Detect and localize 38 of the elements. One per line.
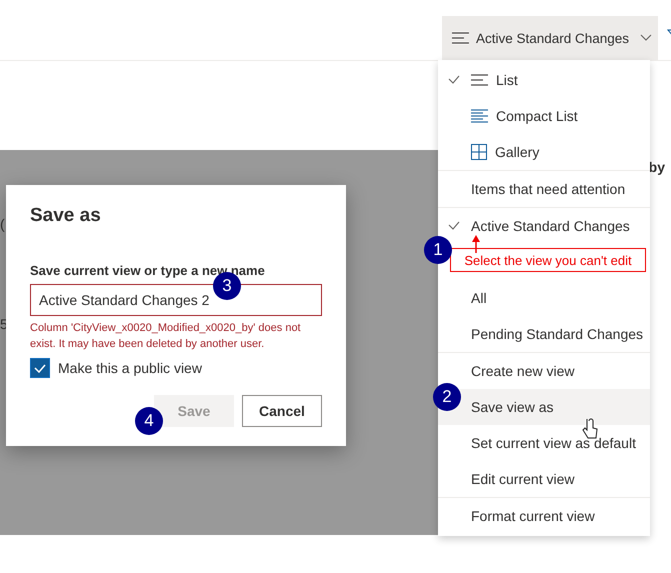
- menu-item-label: Set current view as default: [471, 435, 636, 451]
- menu-item[interactable]: Items that need attention: [438, 171, 650, 207]
- menu-item[interactable]: List: [438, 62, 650, 98]
- menu-item[interactable]: Pending Standard Changes: [438, 316, 650, 352]
- menu-item-label: Gallery: [495, 144, 540, 160]
- view-switcher[interactable]: Active Standard Changes: [442, 16, 658, 60]
- checkbox[interactable]: [30, 358, 50, 378]
- dialog-title: Save as: [30, 205, 102, 227]
- menu-item-label: Create new view: [471, 363, 574, 379]
- check-icon: [34, 364, 46, 372]
- menu-item[interactable]: Edit current view: [438, 461, 650, 497]
- menu-item-label: Compact List: [496, 108, 578, 124]
- menu-item-label: Items that need attention: [471, 181, 626, 197]
- background-text: (: [0, 216, 6, 232]
- list-icon: [471, 73, 488, 87]
- list-icon: [452, 31, 469, 45]
- menu-item-label: Edit current view: [471, 471, 574, 487]
- menu-item-label: Format current view: [471, 508, 595, 524]
- compact-list-icon: [471, 109, 488, 123]
- menu-item-label: List: [496, 72, 518, 88]
- menu-item-label: All: [471, 290, 487, 306]
- arrow-icon: [472, 235, 480, 253]
- checkbox-label: Make this a public view: [58, 360, 202, 376]
- cancel-button[interactable]: Cancel: [242, 395, 322, 427]
- menu-item[interactable]: Compact List: [438, 98, 650, 134]
- menu-item-label: Pending Standard Changes: [471, 326, 644, 342]
- menu-item[interactable]: All: [438, 280, 650, 316]
- callout: Select the view you can't edit: [450, 248, 646, 272]
- menu-item[interactable]: Gallery: [438, 134, 650, 170]
- menu-item[interactable]: Create new view: [438, 353, 650, 389]
- menu-item[interactable]: Format current view: [438, 498, 650, 534]
- menu-item-label: Save view as: [471, 399, 554, 415]
- error-message: Column 'CityView_x0020_Modified_x0020_by' does not exist. It may have been deleted by another user.: [30, 321, 302, 352]
- chevron-icon: [640, 34, 652, 42]
- gallery-icon: [471, 144, 487, 160]
- menu-item[interactable]: Active Standard Changes: [438, 208, 650, 244]
- menu-item[interactable]: Set current view as default: [438, 425, 650, 461]
- menu-item-label: Active Standard Changes: [471, 218, 630, 234]
